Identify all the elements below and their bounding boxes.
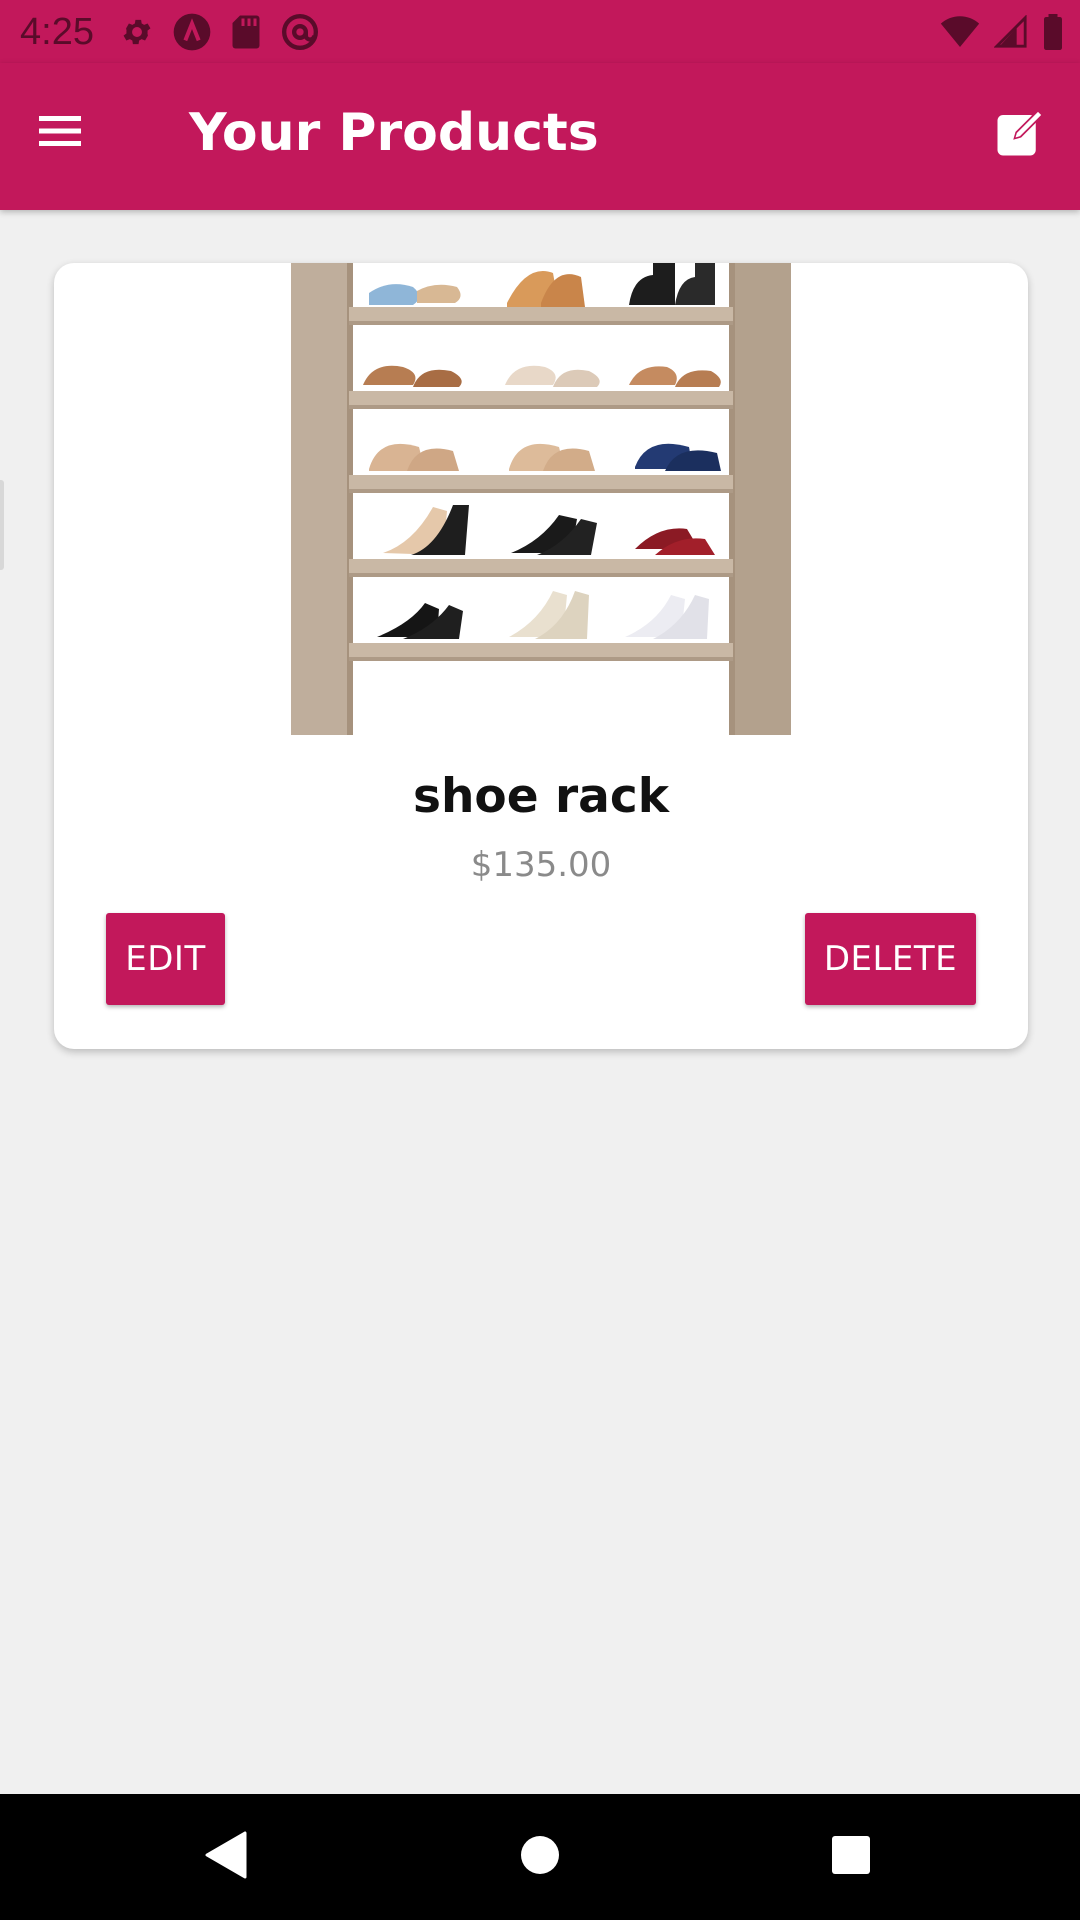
at-sign-icon	[280, 12, 320, 52]
hamburger-menu-icon	[39, 114, 81, 153]
status-icons-left	[120, 12, 320, 52]
menu-button[interactable]	[30, 103, 90, 163]
nav-home-button[interactable]	[507, 1824, 573, 1890]
home-circle-icon	[519, 1834, 561, 1881]
sd-card-icon	[230, 14, 262, 50]
battery-icon	[1042, 14, 1064, 50]
app-bar: Your Products	[0, 63, 1080, 210]
delete-button[interactable]: DELETE	[805, 913, 976, 1005]
add-product-button[interactable]	[988, 103, 1052, 167]
wifi-icon	[940, 15, 980, 49]
a-logo-icon	[172, 12, 212, 52]
nav-recents-button[interactable]	[818, 1824, 884, 1890]
edit-button[interactable]: EDIT	[106, 913, 225, 1005]
recents-square-icon	[830, 1834, 872, 1881]
product-title: shoe rack	[413, 769, 669, 824]
edit-square-icon	[993, 106, 1047, 165]
product-image[interactable]	[291, 263, 791, 739]
back-triangle-icon	[203, 1831, 247, 1884]
status-bar: 4:25	[0, 0, 1080, 63]
cell-signal-icon	[994, 15, 1028, 49]
product-card[interactable]: shoe rack $135.00 EDIT DELETE	[54, 263, 1028, 1049]
status-icons-right	[940, 12, 1064, 52]
drawer-edge-handle[interactable]	[0, 480, 4, 570]
nav-back-button[interactable]	[192, 1824, 258, 1890]
status-time: 4:25	[20, 11, 94, 53]
product-price: $135.00	[470, 845, 612, 885]
settings-gear-icon	[120, 15, 154, 49]
page-title: Your Products	[189, 103, 599, 163]
system-navigation-bar	[0, 1794, 1080, 1920]
